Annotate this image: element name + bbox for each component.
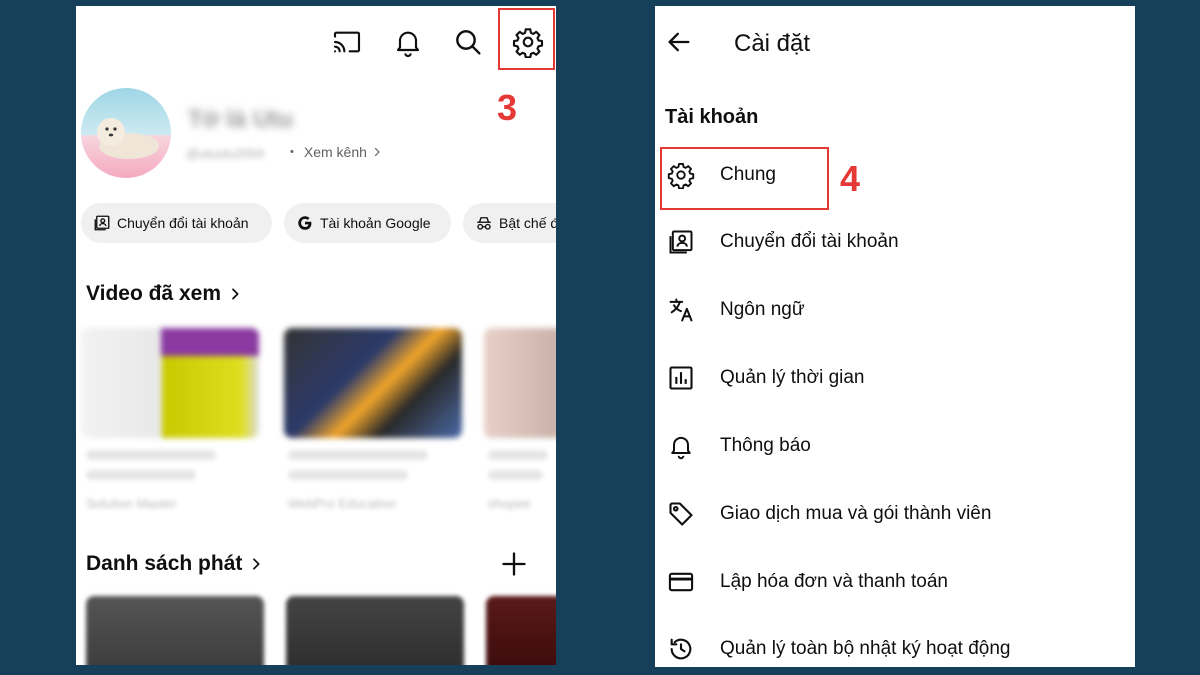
menu-item-switch-account[interactable]: Chuyển đổi tài khoản [655,214,1135,270]
chevron-right-icon [227,286,243,302]
settings-screen: Cài đặt Tài khoản Chung 4 Chuyển đổi tài… [655,6,1135,667]
bar-chart-icon [667,364,695,392]
google-g-icon [296,214,314,232]
menu-item-label: Chuyển đổi tài khoản [720,231,899,252]
playlist-thumbnail[interactable] [286,596,464,665]
playlist-thumbnail[interactable] [86,596,264,665]
menu-item-label: Ngôn ngữ [720,299,805,320]
back-arrow-icon[interactable] [665,28,693,56]
video-channel-name: WebPro Education [288,496,397,511]
video-channel-name: Solution Master [86,496,177,511]
settings-highlight-box [498,8,555,70]
chip-label: Chuyển đổi tài khoản [117,215,249,231]
history-icon [667,635,695,663]
menu-item-notifications[interactable]: Thông báo [655,418,1135,474]
view-channel-link[interactable]: • Xem kênh [290,144,383,160]
step-number-4: 4 [840,158,861,199]
video-title-placeholder [288,470,408,480]
video-thumbnail[interactable] [81,328,259,438]
menu-item-label: Lập hóa đơn và thanh toán [720,571,948,592]
chip-label: Tài khoản Google [320,215,431,231]
video-title-placeholder [86,450,216,460]
profile-handle: @utuutu2004 [186,146,265,161]
video-title-placeholder [86,470,196,480]
video-thumbnail[interactable] [484,328,556,438]
translate-icon [667,296,695,324]
tag-icon [667,500,695,528]
menu-item-billing-payments[interactable]: Lập hóa đơn và thanh toán [655,554,1135,610]
chip-switch-account[interactable]: Chuyển đổi tài khoản [81,203,272,243]
bell-icon [667,432,695,460]
chevron-right-icon [371,146,383,158]
video-title-placeholder [488,470,543,480]
incognito-icon [475,214,493,232]
avatar[interactable] [81,88,171,178]
search-icon[interactable] [452,26,484,58]
video-title-placeholder [488,450,548,460]
chip-label: Bật chế độ [499,215,556,231]
separator-dot: • [290,146,294,158]
switch-account-icon [93,214,111,232]
playlist-thumbnail[interactable] [486,596,556,665]
menu-item-activity-history[interactable]: Quản lý toàn bộ nhật ký hoạt động [655,621,1135,667]
video-title-placeholder [288,450,428,460]
playlist-title-label: Danh sách phát [86,552,243,575]
bell-icon[interactable] [392,26,424,58]
profile-name: Tớ là Utu [188,106,294,133]
page-title: Cài đặt [734,30,811,57]
switch-account-icon [667,228,695,256]
video-thumbnail[interactable] [284,328,462,438]
credit-card-icon [667,568,695,596]
menu-item-label: Thông báo [720,435,811,456]
menu-item-purchases-memberships[interactable]: Giao dịch mua và gói thành viên [655,486,1135,542]
chevron-right-icon [248,556,264,572]
menu-item-label: Giao dịch mua và gói thành viên [720,503,992,524]
chip-google-account[interactable]: Tài khoản Google [284,203,451,243]
video-channel-name: shopee [488,496,531,511]
playlist-section-title[interactable]: Danh sách phát [86,552,264,576]
cast-icon[interactable] [331,26,363,58]
menu-item-label: Quản lý toàn bộ nhật ký hoạt động [720,638,1011,659]
view-channel-label: Xem kênh [303,144,367,160]
plus-icon[interactable] [500,550,528,578]
chip-incognito[interactable]: Bật chế độ [463,203,556,243]
history-section-title[interactable]: Video đã xem [86,282,243,306]
step-number-3: 3 [497,87,518,128]
menu-item-language[interactable]: Ngôn ngữ [655,282,1135,338]
menu-item-time-management[interactable]: Quản lý thời gian [655,350,1135,406]
menu-item-label: Quản lý thời gian [720,367,865,388]
general-highlight-box [660,147,829,210]
history-title-label: Video đã xem [86,282,222,305]
section-header-account: Tài khoản [665,106,759,128]
youtube-library-screen: 3 Tớ là Utu @utuutu2004 • Xem kênh Chuyể… [76,6,556,665]
